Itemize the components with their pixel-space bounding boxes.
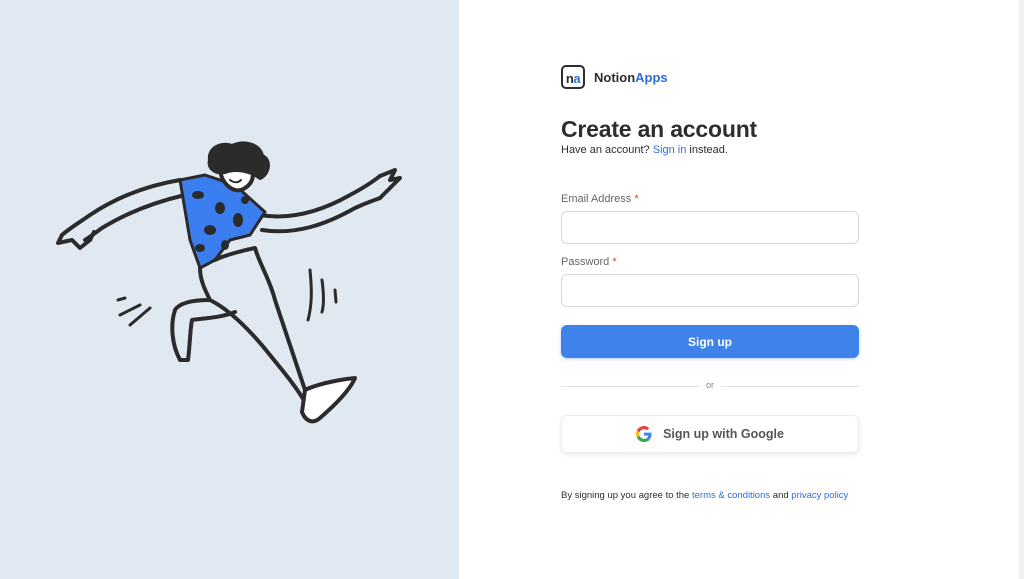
privacy-policy-link[interactable]: privacy policy — [791, 490, 848, 501]
terms-middle: and — [770, 490, 792, 501]
required-mark: * — [634, 193, 639, 205]
email-label: Email Address * — [561, 193, 639, 205]
sign-in-link[interactable]: Sign in — [653, 144, 687, 156]
divider-text: or — [705, 380, 714, 390]
email-label-text: Email Address — [561, 193, 632, 205]
signup-panel: na NotionApps Create an account Have an … — [459, 0, 1019, 579]
google-signup-label: Sign up with Google — [663, 427, 784, 441]
logo-letter-a: a — [573, 71, 581, 86]
jumping-person-illustration — [56, 141, 402, 424]
brand-name: NotionApps — [594, 70, 668, 85]
password-label-text: Password — [561, 256, 610, 268]
signin-prompt: Have an account? Sign in instead. — [561, 144, 728, 156]
google-signup-button[interactable]: Sign up with Google — [561, 415, 859, 453]
required-mark: * — [612, 256, 617, 268]
divider-line-right — [721, 386, 859, 387]
or-divider: or — [561, 380, 859, 392]
terms-link[interactable]: terms & conditions — [692, 490, 770, 501]
brand: na NotionApps — [561, 65, 668, 89]
terms-prefix: By signing up you agree to the — [561, 490, 692, 501]
page-scrollbar[interactable] — [1019, 0, 1024, 579]
page-title: Create an account — [561, 116, 757, 142]
logo-letter-n: n — [565, 71, 574, 86]
google-icon — [636, 426, 652, 442]
sign-up-button[interactable]: Sign up — [561, 325, 859, 358]
logo-icon: na — [561, 65, 585, 89]
signin-prompt-suffix: instead. — [686, 144, 728, 156]
signin-prompt-prefix: Have an account? — [561, 144, 653, 156]
password-input[interactable] — [561, 274, 859, 307]
email-input[interactable] — [561, 211, 859, 244]
terms-notice: By signing up you agree to the terms & c… — [561, 489, 851, 503]
brand-name-accent: Apps — [635, 69, 668, 85]
password-label: Password * — [561, 256, 617, 268]
illustration-panel — [0, 0, 459, 579]
brand-name-primary: Notion — [594, 69, 636, 85]
